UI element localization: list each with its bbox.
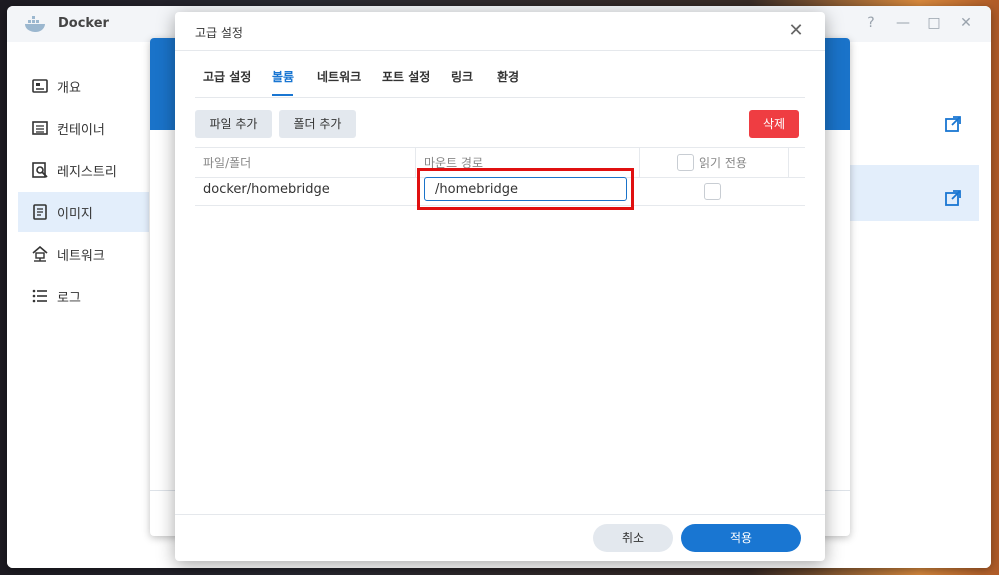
annotation-highlight-box bbox=[417, 168, 634, 210]
tab-port-settings[interactable]: 포트 설정 bbox=[382, 68, 430, 85]
tab-volume[interactable]: 볼륨 bbox=[272, 68, 294, 85]
overview-icon bbox=[32, 79, 48, 93]
sidebar-item-registry[interactable]: 레지스트리 bbox=[18, 150, 149, 190]
network-icon bbox=[32, 246, 48, 262]
dialog-title: 고급 설정 bbox=[195, 26, 243, 40]
sidebar-item-label: 이미지 bbox=[57, 206, 93, 222]
log-icon bbox=[32, 289, 47, 303]
registry-icon bbox=[32, 162, 48, 178]
sidebar-item-image[interactable]: 이미지 bbox=[18, 192, 149, 232]
dialog-close-icon[interactable]: ✕ bbox=[787, 22, 805, 40]
read-only-checkbox[interactable] bbox=[704, 183, 721, 200]
divider bbox=[195, 97, 805, 98]
sidebar-item-label: 컨테이너 bbox=[57, 122, 105, 138]
column-header-read-only: 읽기 전용 bbox=[699, 156, 747, 170]
tab-advanced[interactable]: 고급 설정 bbox=[203, 68, 251, 85]
divider bbox=[175, 514, 825, 515]
sidebar-item-overview[interactable]: 개요 bbox=[18, 66, 149, 106]
column-header-file-folder: 파일/폴더 bbox=[203, 156, 252, 170]
container-icon bbox=[32, 121, 48, 135]
maximize-icon[interactable]: □ bbox=[925, 14, 943, 32]
divider bbox=[175, 50, 825, 51]
sidebar-item-log[interactable]: 로그 bbox=[18, 276, 149, 316]
cancel-button[interactable]: 취소 bbox=[593, 524, 673, 552]
docker-logo-icon bbox=[25, 16, 45, 32]
apply-button[interactable]: 적용 bbox=[681, 524, 801, 552]
sidebar-item-network[interactable]: 네트워크 bbox=[18, 234, 149, 274]
sidebar-item-label: 네트워크 bbox=[57, 248, 105, 264]
file-folder-cell: docker/homebridge bbox=[203, 182, 330, 197]
sidebar-item-label: 로그 bbox=[57, 290, 81, 306]
add-file-button[interactable]: 파일 추가 bbox=[195, 110, 272, 138]
add-folder-button[interactable]: 폴더 추가 bbox=[279, 110, 356, 138]
tab-links[interactable]: 링크 bbox=[451, 68, 473, 85]
sidebar-item-container[interactable]: 컨테이너 bbox=[18, 108, 149, 148]
window-close-icon[interactable]: ✕ bbox=[957, 14, 975, 32]
tab-network[interactable]: 네트워크 bbox=[317, 68, 361, 85]
sidebar: 개요 컨테이너 레지스트리 이미지 네트워크 로그 bbox=[7, 42, 149, 568]
help-icon[interactable]: ? bbox=[862, 14, 880, 32]
column-divider bbox=[639, 148, 640, 177]
open-external-icon[interactable] bbox=[945, 116, 961, 132]
open-external-icon[interactable] bbox=[945, 190, 961, 206]
column-divider bbox=[415, 148, 416, 177]
minimize-icon[interactable]: — bbox=[894, 14, 912, 32]
tab-environment[interactable]: 환경 bbox=[497, 68, 519, 85]
sidebar-item-label: 개요 bbox=[57, 80, 81, 96]
read-only-select-all-checkbox[interactable] bbox=[677, 154, 694, 171]
delete-button[interactable]: 삭제 bbox=[749, 110, 799, 138]
active-tab-indicator bbox=[272, 94, 293, 96]
column-divider bbox=[788, 148, 789, 177]
sidebar-item-label: 레지스트리 bbox=[57, 164, 117, 180]
image-icon bbox=[33, 204, 47, 220]
advanced-settings-dialog: 고급 설정 ✕ 고급 설정 볼륨 네트워크 포트 설정 링크 환경 파일 추가 … bbox=[175, 12, 825, 561]
app-title: Docker bbox=[58, 16, 109, 31]
